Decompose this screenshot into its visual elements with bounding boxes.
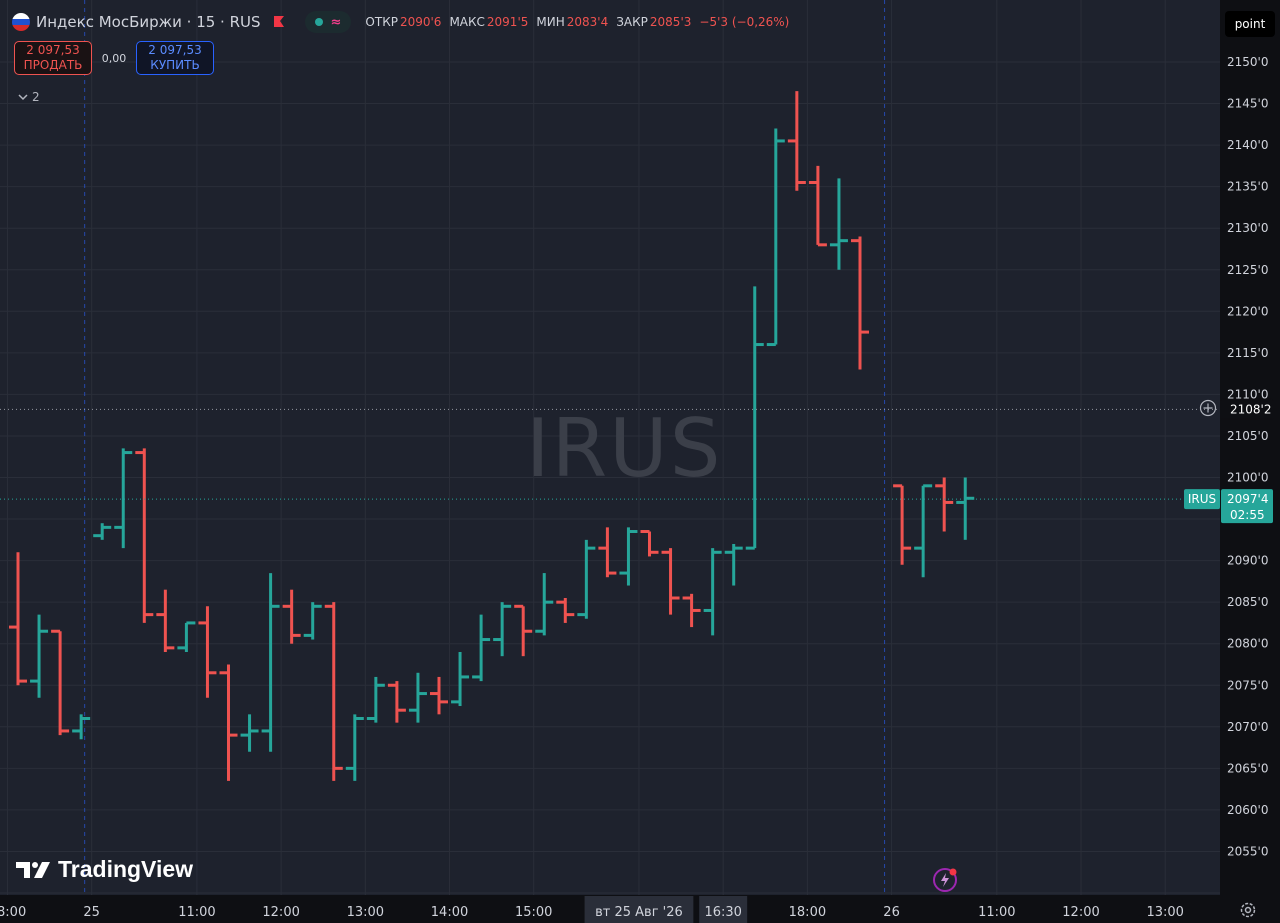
low-label: МИН — [536, 15, 565, 29]
sell-price: 2 097,53 — [26, 43, 80, 57]
price-tick-label: 2055'0 — [1227, 844, 1268, 858]
price-tick-label: 2125'0 — [1227, 263, 1268, 277]
high-value: 2091'5 — [486, 15, 529, 29]
sell-label: ПРОДАТЬ — [23, 58, 83, 72]
delayed-data-icon: ≈ — [330, 14, 342, 30]
price-tick-label: 2060'0 — [1227, 803, 1268, 817]
price-tick-label: 2145'0 — [1227, 97, 1268, 111]
crosshair-price-value: 2108'2 — [1230, 402, 1271, 416]
unit-button[interactable]: point — [1225, 11, 1275, 37]
price-tick-label: 2120'0 — [1227, 304, 1268, 318]
time-tick-label: 13:00 — [1146, 905, 1183, 920]
low-value: 2083'4 — [566, 15, 609, 29]
time-tick-label: 18:00 — [789, 905, 826, 920]
indicators-toggle[interactable]: 2 — [18, 90, 40, 104]
market-open-dot-icon — [314, 18, 323, 26]
symbol-watermark: IRUS — [526, 402, 723, 495]
price-tick-label: 2080'0 — [1227, 637, 1268, 651]
open-value: 2090'6 — [399, 15, 442, 29]
time-tick-label: 15:00 — [515, 905, 552, 920]
price-tick-label: 2150'0 — [1227, 55, 1268, 69]
indicators-count: 2 — [32, 90, 40, 104]
close-value: 2085'3 — [649, 15, 692, 29]
price-tick-label: 2100'0 — [1227, 471, 1268, 485]
time-tick-label: 12:00 — [1062, 905, 1099, 920]
time-tick-label: 13:00 — [347, 905, 384, 920]
gear-icon[interactable] — [1238, 900, 1258, 920]
symbol-price-tag-text: IRUS — [1188, 492, 1216, 506]
tradingview-logo-text: TradingView — [58, 856, 194, 882]
price-tick-label: 2075'0 — [1227, 678, 1268, 692]
chevron-down-icon — [18, 94, 28, 101]
russia-flag-icon — [12, 13, 30, 31]
bookmark-flag-icon[interactable] — [273, 16, 285, 28]
change-value: −5'3 (−0,26%) — [699, 15, 790, 29]
tradingview-logo-icon — [16, 861, 50, 878]
trade-panel: 2 097,53 ПРОДАТЬ 0,00 2 097,53 КУПИТЬ — [14, 41, 214, 75]
price-tick-label: 2105'0 — [1227, 429, 1268, 443]
price-tick-label: 2085'0 — [1227, 595, 1268, 609]
high-label: МАКС — [449, 15, 485, 29]
sell-button[interactable]: 2 097,53 ПРОДАТЬ — [14, 41, 92, 75]
ohlc-values: ОТКР 2090'6 МАКС 2091'5 МИН 2083'4 ЗАКР … — [365, 15, 795, 29]
time-tick-label: 16:30 — [704, 905, 741, 920]
time-tick-label: 25 — [83, 905, 100, 920]
buy-label: КУПИТЬ — [150, 58, 200, 72]
buy-price: 2 097,53 — [148, 43, 202, 57]
spread-value: 0,00 — [101, 51, 127, 65]
time-tick-label: 14:00 — [431, 905, 468, 920]
close-label: ЗАКР — [616, 15, 648, 29]
tradingview-logo[interactable]: TradingView — [16, 856, 193, 883]
time-tick-label: 12:00 — [262, 905, 299, 920]
symbol-title[interactable]: Индекс МосБиржи · 15 · RUS — [36, 13, 261, 31]
time-tick-label: 26 — [883, 905, 900, 920]
price-tick-label: 2070'0 — [1227, 720, 1268, 734]
price-tick-label: 2135'0 — [1227, 180, 1268, 194]
lightning-icon[interactable] — [932, 867, 958, 893]
price-tick-label: 2065'0 — [1227, 761, 1268, 775]
open-label: ОТКР — [365, 15, 398, 29]
market-status-pill[interactable]: ≈ — [304, 11, 352, 33]
price-tick-label: 2090'0 — [1227, 554, 1268, 568]
time-tick-label: 11:00 — [978, 905, 1015, 920]
add-plus-icon[interactable] — [1198, 398, 1218, 418]
last-price-value: 2097'4 — [1227, 492, 1268, 506]
price-tick-label: 2140'0 — [1227, 138, 1268, 152]
price-tick-label: 2115'0 — [1227, 346, 1268, 360]
time-tick-label: 18:00 — [0, 905, 26, 920]
symbol-legend: Индекс МосБиржи · 15 · RUS ≈ ОТКР 2090'6… — [12, 10, 795, 34]
buy-button[interactable]: 2 097,53 КУПИТЬ — [136, 41, 214, 75]
bar-countdown: 02:55 — [1230, 508, 1265, 522]
time-tick-label: 11:00 — [178, 905, 215, 920]
time-tick-label: вт 25 Авг '26 — [595, 905, 683, 920]
price-tick-label: 2130'0 — [1227, 221, 1268, 235]
